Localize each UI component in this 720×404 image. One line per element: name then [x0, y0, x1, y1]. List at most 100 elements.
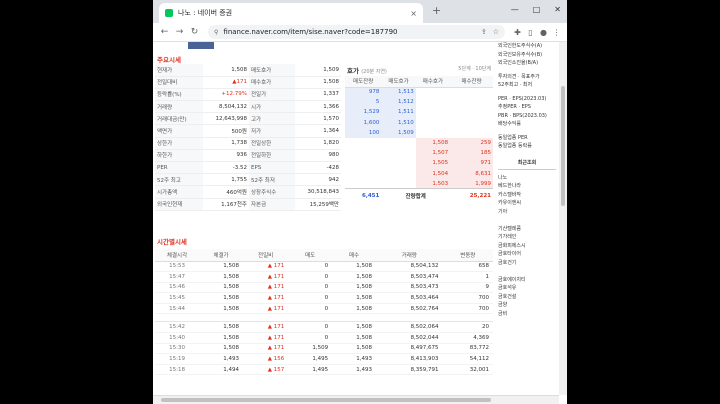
volume: 8,502,064	[376, 321, 443, 334]
horizontal-scrollbar[interactable]	[153, 395, 559, 404]
empty-cell	[345, 148, 381, 158]
quote-value: 460억원	[203, 185, 249, 199]
trade-price: 1,508	[199, 261, 243, 273]
timeseries-row: 15:53 1,508 ▲ 171 0 1,508 8,504,132 658	[155, 261, 493, 273]
empty-cell	[416, 107, 450, 117]
selected-sub-tab[interactable]	[188, 42, 214, 49]
profile-avatar-icon[interactable]: ●	[537, 28, 550, 37]
hoga-column-header: 매수호가	[415, 76, 451, 88]
browser-tab[interactable]: 나노 : 네이버 증권 ×	[159, 3, 423, 23]
hoga-column-header: 매도잔량	[345, 76, 382, 88]
recent-stock-link[interactable]: 금양	[498, 301, 556, 310]
minimize-button[interactable]: —	[511, 5, 519, 14]
hoga-sell-row: 5 1,512	[345, 97, 493, 108]
recent-stock-link[interactable]: 카스텔바작	[498, 191, 556, 200]
reload-icon[interactable]: ↻	[187, 27, 202, 37]
empty-cell	[381, 148, 415, 158]
volume-change: 700	[442, 292, 493, 304]
page-content: 주요시세 현재가 1,508 매도호가 1,509 전일대비 ▲171 매수호가 1,508 등…	[153, 42, 567, 404]
trade-time: 15:19	[155, 353, 200, 365]
volume-change: 20	[442, 321, 493, 334]
hoga-sell-row: 1,529 1,511	[345, 107, 493, 118]
sidepanel-icon[interactable]: ▯	[524, 28, 537, 37]
quote-value: +12.79%	[203, 88, 249, 102]
recent-stock-link[interactable]: 금화피에스시	[498, 242, 556, 251]
total-label: 잔량합계	[381, 188, 451, 203]
forward-icon[interactable]: →	[172, 27, 187, 37]
sell-price: 0	[288, 261, 333, 273]
buy-quantity: 185	[450, 148, 493, 159]
site-info-icon[interactable]: ⚲	[214, 29, 218, 36]
bookmark-star-icon[interactable]: ☆	[493, 28, 499, 36]
foreign-ownership-item: 외국인소진율(B/A)	[498, 60, 539, 66]
vertical-scrollbar[interactable]	[559, 42, 567, 395]
menu-kebab-icon[interactable]: ⋮	[550, 28, 563, 37]
share-icon[interactable]: ⇪	[481, 28, 487, 36]
empty-cell	[345, 158, 381, 168]
quote-label: 전일가	[249, 88, 295, 102]
quote-label: 52주 최저	[249, 173, 295, 187]
recent-stock-link[interactable]	[498, 216, 556, 225]
volume-change: 700	[442, 303, 493, 315]
recent-stock-link[interactable]: 금호건기	[498, 259, 556, 268]
quote-value: 30,518,843	[295, 185, 341, 199]
trade-time: 15:40	[155, 332, 200, 344]
empty-cell	[416, 128, 450, 138]
naver-favicon-icon	[165, 9, 173, 17]
recent-stock-link[interactable]: 기아	[498, 208, 556, 217]
quote-label: 상장주식수	[249, 185, 295, 199]
timeseries-row: 15:47 1,508 ▲ 171 0 1,508 8,503,474 1	[155, 271, 493, 283]
timeseries-row: 15:30 1,508 ▲ 171 1,509 1,508 8,497,675 83,772	[155, 343, 493, 355]
quote-value: 1,508	[203, 64, 249, 77]
quote-value: 15,259백만	[295, 198, 341, 211]
recent-stock-link[interactable]: 금비	[498, 310, 556, 319]
address-bar[interactable]: ⚲ finance.naver.com/item/sise.naver?code…	[208, 25, 505, 39]
sell-price: 0	[288, 271, 333, 283]
quote-label: 매도호가	[249, 64, 295, 77]
recent-stock-link[interactable]: 베드한나라	[498, 182, 556, 191]
hoga-total-row: 6,451 잔량합계 25,221	[345, 188, 493, 203]
sell-price: 1,510	[381, 117, 416, 128]
volume-change: 1	[442, 271, 493, 283]
buy-price: 1,508	[332, 303, 377, 315]
close-window-button[interactable]: ✕	[554, 5, 561, 14]
buy-price: 1,508	[332, 332, 377, 344]
recent-stock-link[interactable]: 기가레인	[498, 233, 556, 242]
back-icon[interactable]: ←	[157, 27, 172, 37]
close-tab-icon[interactable]: ×	[410, 9, 417, 18]
recent-stock-link[interactable]: 기산텔레콤	[498, 225, 556, 234]
trade-price: 1,508	[199, 332, 243, 344]
quote-value: 936	[203, 149, 249, 163]
timeseries-column-header: 매수	[332, 249, 377, 262]
maximize-button[interactable]: □	[533, 5, 541, 14]
sell-price: 1,495	[288, 364, 333, 376]
valuation-item: PBR · BPS(2023.03)	[498, 112, 547, 119]
empty-cell	[381, 179, 415, 189]
timeseries-section: 시간별시세 체결시각 체결가 전일비 매도 매수 거래량 변동량 15:53 1,508 ▲ 1…	[155, 233, 493, 376]
quote-row: 시가총액 460억원 상장주식수 30,518,843	[155, 185, 341, 199]
empty-cell	[345, 179, 381, 189]
trade-price: 1,508	[199, 321, 243, 334]
buy-quantity: 1,999	[450, 178, 493, 189]
recent-stock-link[interactable]: 금호타이어	[498, 250, 556, 259]
hoga-step-options[interactable]: 5단계 · 10단계	[458, 65, 491, 72]
quote-table: 현재가 1,508 매도호가 1,509 전일대비 ▲171 매수호가 1,508 등락률(%)…	[155, 64, 341, 211]
empty-cell	[381, 138, 415, 148]
extensions-icon[interactable]: ✚	[511, 28, 524, 37]
recent-stock-link[interactable]: 나노	[498, 174, 556, 183]
quote-label: 저가	[249, 124, 295, 138]
recent-stock-link[interactable]: 금호석유	[498, 284, 556, 293]
recent-stock-link[interactable]: 금호에이치티	[498, 276, 556, 285]
new-tab-button[interactable]: +	[432, 4, 441, 17]
investment-opinion-item: 투자의견 · 목표주가	[498, 73, 540, 80]
recent-stock-link[interactable]	[498, 267, 556, 276]
sell-price: 0	[288, 321, 333, 334]
quote-value: 1,366	[295, 100, 341, 114]
timeseries-column-header: 변동량	[442, 249, 493, 262]
quote-label: 하한가	[155, 149, 203, 163]
quote-row: 하한가 936 전일하한 980	[155, 149, 341, 163]
recent-stock-link[interactable]: 카유이엔씨	[498, 199, 556, 208]
recent-stock-link[interactable]: 금호건설	[498, 293, 556, 302]
sell-price: 1,509	[381, 127, 416, 138]
volume: 8,503,473	[376, 282, 443, 294]
